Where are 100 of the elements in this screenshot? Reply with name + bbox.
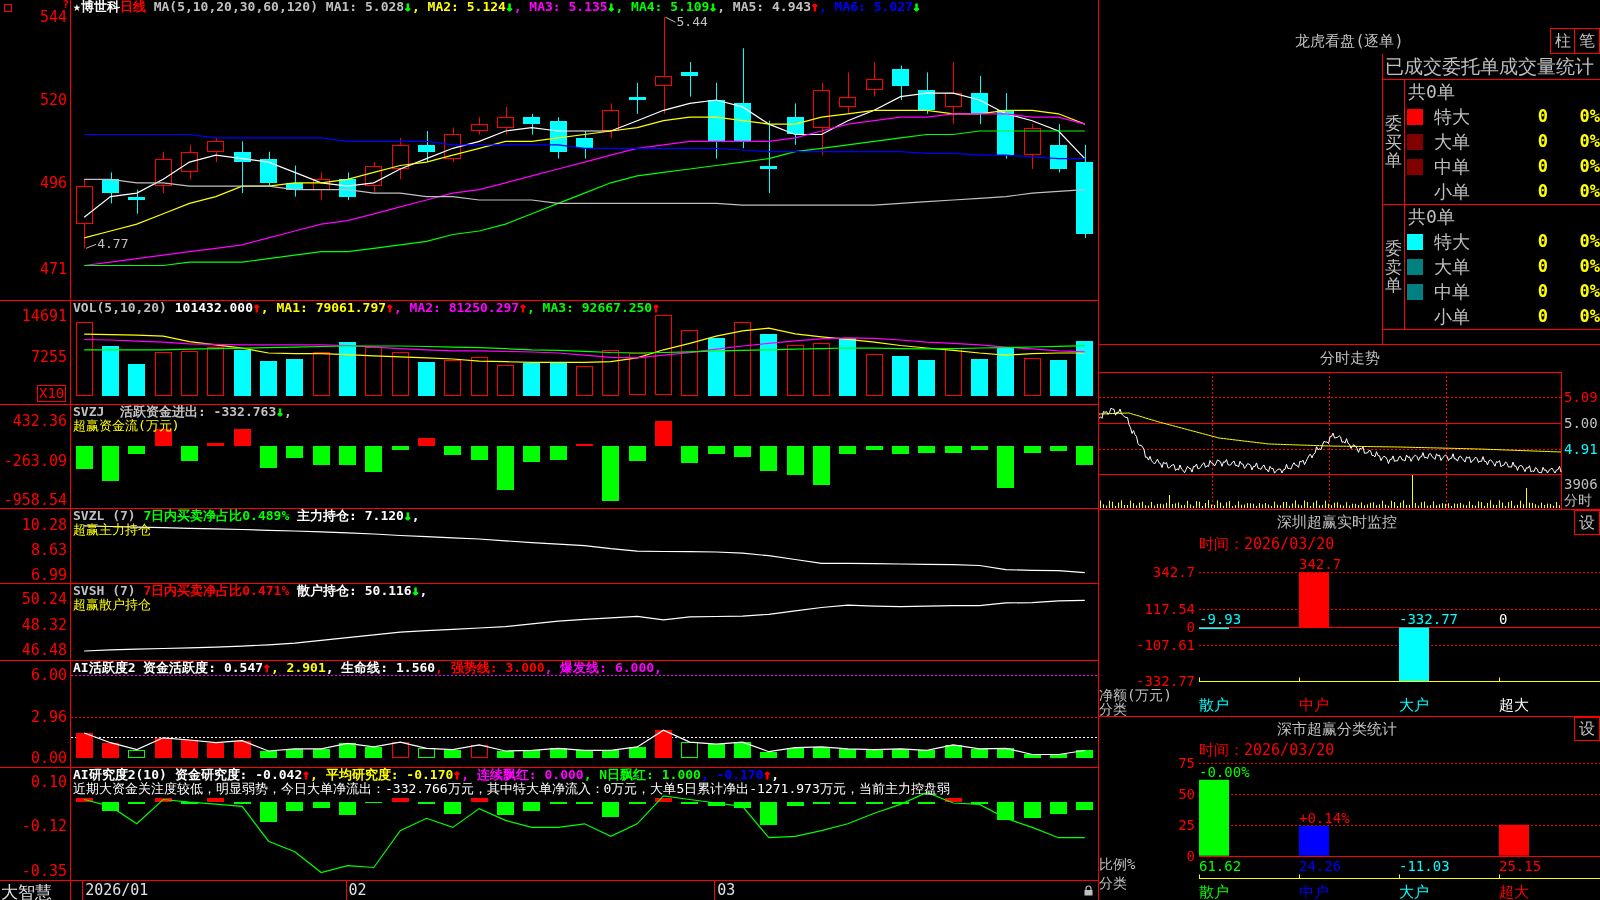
chart-bar — [76, 446, 93, 469]
side-label: 委买单 — [1385, 113, 1402, 171]
chart-bar — [997, 748, 1014, 758]
legend-text: , 强势线: 3.000 — [435, 661, 545, 675]
chart-bar — [313, 352, 330, 396]
order-percent: 0% — [1578, 155, 1600, 178]
chart-bar — [1024, 802, 1041, 818]
price-axis-label: 4.91 — [1564, 441, 1599, 457]
axis-tick-label: 8.63 — [30, 543, 67, 558]
candlestick — [602, 102, 619, 139]
chart-bar — [365, 747, 382, 758]
chart-bar — [76, 798, 93, 802]
chart-bar — [471, 446, 488, 460]
chart-bar — [892, 446, 909, 454]
chart-bar — [787, 748, 804, 758]
chart-bar — [1076, 750, 1093, 758]
trend-arrow: ↑ — [453, 768, 462, 782]
chart-bar — [471, 357, 488, 396]
legend-text: SVSH (7) — [73, 584, 136, 598]
view-toggle-button[interactable]: 笔 — [1575, 28, 1600, 54]
candlestick — [207, 137, 224, 163]
settings-button[interactable]: 设 — [1574, 510, 1600, 535]
legend-text: AI研究度2(10) 资金研究度: -0.042 — [73, 768, 303, 782]
caption-text: 超赢散户持仓 — [73, 598, 151, 612]
chart-bar — [945, 798, 962, 802]
leader-line — [665, 16, 676, 23]
order-count: 0 — [1536, 130, 1548, 153]
chart-bar — [602, 446, 619, 501]
chart-bar — [102, 346, 119, 396]
change-label: +0.14% — [1299, 809, 1350, 826]
chart-bar — [444, 360, 461, 396]
category-label: 中户 — [1299, 697, 1329, 713]
chart-bar — [1399, 627, 1429, 681]
order-size-label: 小单 — [1434, 305, 1471, 329]
chart-bar — [181, 446, 198, 461]
chart-bar — [787, 446, 804, 475]
chart-bar — [629, 747, 646, 758]
chart-bar — [681, 742, 698, 758]
axis-tick-label: -332.77 — [1136, 674, 1195, 688]
side-label: 委卖单 — [1385, 238, 1402, 296]
candlestick — [444, 127, 461, 163]
chart-bar — [102, 446, 119, 481]
chart-bar — [760, 334, 777, 396]
chart-bar — [128, 446, 145, 454]
axis-tick-label: 7255 — [30, 349, 67, 364]
value-label: 0 — [1499, 611, 1508, 628]
legend-text: , — [771, 768, 780, 782]
candlestick — [1024, 123, 1041, 170]
axis-tick-label: 10.28 — [21, 518, 67, 533]
order-percent: 0% — [1578, 280, 1600, 303]
legend-text: 日线 — [119, 0, 146, 14]
legend-text: , MA1: 79061.797 — [260, 301, 387, 315]
chart-bar — [866, 354, 883, 396]
axis-title: 比例% — [1099, 857, 1136, 871]
legend-text: , 连续飘红: 0.000 — [461, 768, 584, 782]
axis-tick-label: 46.48 — [21, 643, 67, 658]
chart-bar — [365, 347, 382, 396]
leader-line — [85, 243, 97, 249]
chart-bar — [945, 446, 962, 453]
candlestick — [313, 171, 330, 201]
chart-bar — [787, 802, 804, 806]
axis-tick-label: 471 — [39, 261, 67, 276]
legend-text: , 生命线: 1.560 — [325, 661, 436, 675]
candlestick — [260, 151, 277, 187]
axis-title: 净额(万元) — [1099, 688, 1172, 702]
trend-arrow: ↓ — [404, 0, 412, 14]
candlestick — [102, 171, 119, 204]
axis-title: 分类 — [1099, 876, 1127, 890]
legend-text: SVZL (7) — [73, 509, 136, 523]
settings-button[interactable]: 设 — [1574, 717, 1600, 741]
unit-label: X10 — [37, 385, 67, 402]
legend-text: SVZJ 活跃资金进出: -332.763 — [73, 405, 277, 419]
chart-bar — [997, 348, 1014, 396]
chart-bar — [181, 740, 198, 758]
chart-bar — [339, 743, 356, 758]
chart-bar — [866, 750, 883, 758]
legend-text: 主力持仓: 7.120 — [296, 509, 404, 523]
chart-bar — [839, 446, 856, 454]
chart-bar — [497, 751, 514, 758]
category-label: 散户 — [1199, 884, 1229, 900]
chart-bar — [523, 750, 540, 758]
order-size-label: 特大 — [1434, 105, 1471, 129]
price-annotation: 5.44 — [676, 15, 708, 30]
chart-bar — [234, 350, 251, 396]
candlestick — [997, 92, 1014, 160]
chart-bar — [1299, 825, 1329, 856]
panel-title: 龙虎看盘(逐单) — [1295, 32, 1404, 50]
view-toggle-button[interactable]: 柱 — [1550, 28, 1575, 54]
legend-text: , MA6: 5.027 — [818, 0, 913, 14]
lock-icon — [1084, 885, 1093, 896]
candlestick — [128, 189, 145, 215]
chart-bar — [602, 750, 619, 758]
chart-bar — [234, 741, 251, 758]
chart-bar — [971, 446, 988, 450]
chart-bar — [997, 446, 1014, 488]
chart-bar — [497, 365, 514, 396]
volume-axis-label: 3906 — [1564, 476, 1599, 492]
candlestick — [365, 161, 382, 194]
legend-text: , 2.901 — [270, 661, 326, 675]
candlestick — [181, 144, 198, 180]
